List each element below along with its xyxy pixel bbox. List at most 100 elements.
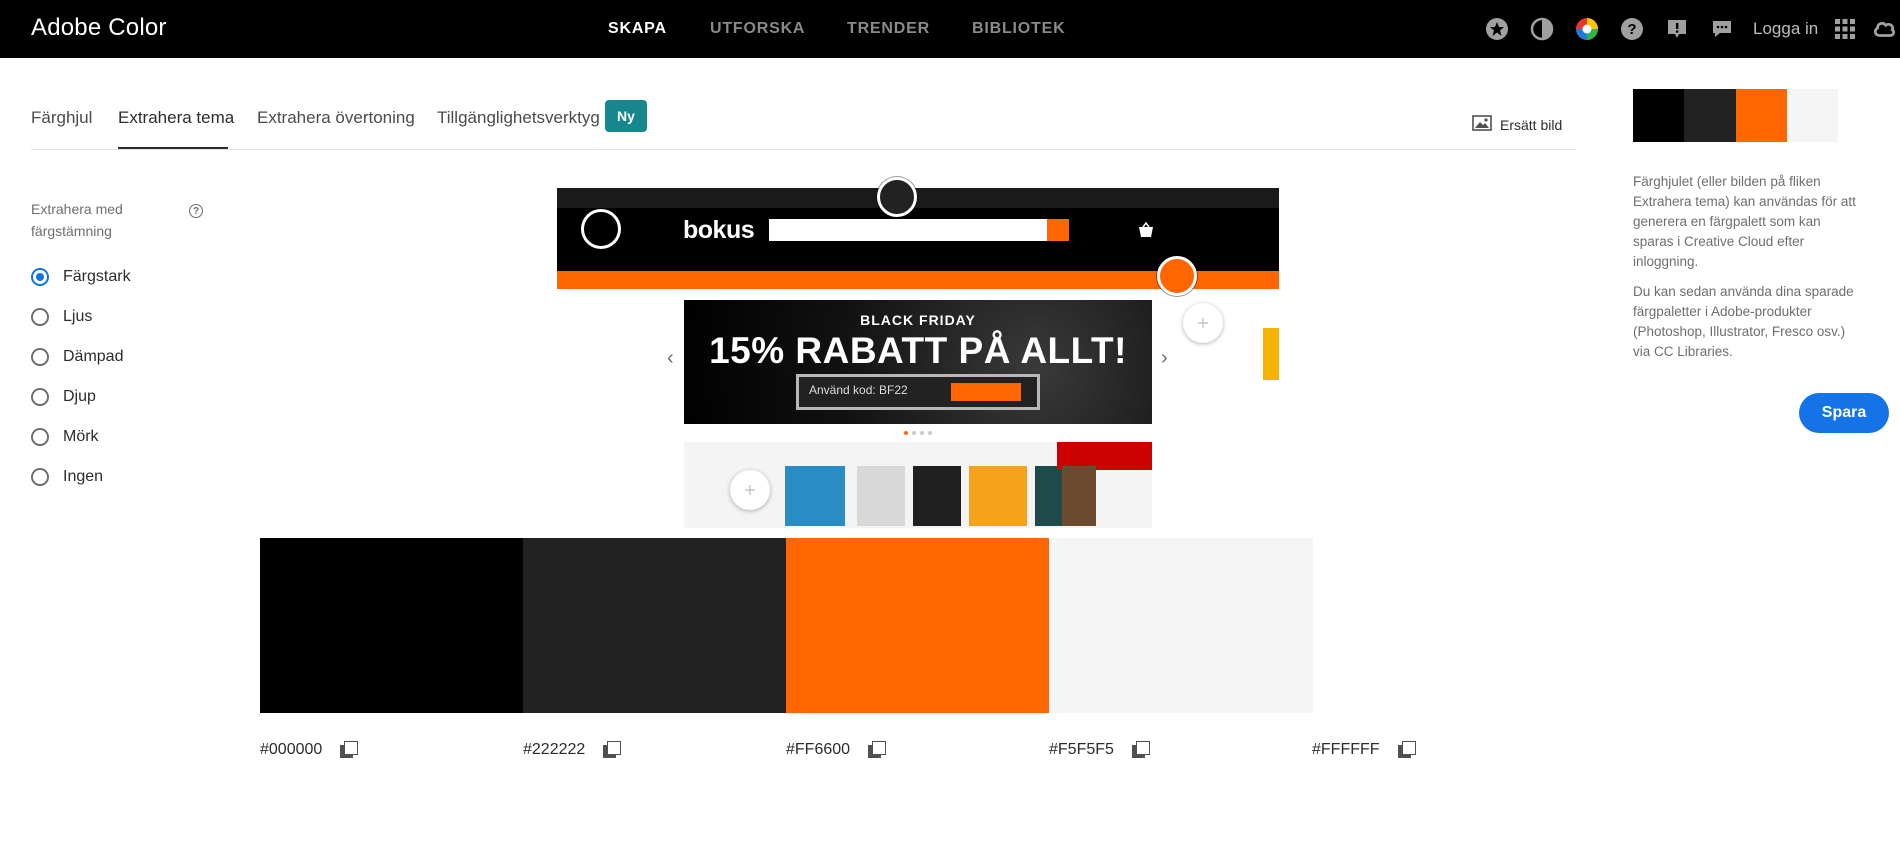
info-paragraph-1: Färghjulet (eller bilden på fliken Extra… (1633, 174, 1856, 269)
mini-swatch-4 (1786, 89, 1838, 142)
preview-search-button (1047, 219, 1069, 241)
mood-option-label: Mörk (63, 428, 99, 445)
preview-carousel-dots (904, 431, 932, 435)
replace-image-button[interactable]: Ersätt bild (1472, 115, 1562, 134)
favorites-icon[interactable] (1485, 17, 1509, 41)
app-title[interactable]: Adobe Color (31, 14, 167, 42)
plus-icon (745, 485, 755, 495)
active-tab-indicator (118, 147, 228, 149)
swatch-4[interactable] (1049, 538, 1313, 713)
mood-option-label: Ljus (63, 308, 93, 325)
mini-swatch-1 (1633, 89, 1685, 142)
tab-extrahera-tema[interactable]: Extrahera tema (118, 108, 234, 128)
swatch-3[interactable] (786, 538, 1049, 713)
preview-book-cover (1062, 466, 1096, 526)
color-picker-marker-5[interactable] (730, 470, 770, 510)
radio-button[interactable] (31, 428, 49, 446)
mini-swatch-3 (1735, 89, 1787, 142)
copy-icon[interactable] (340, 741, 359, 759)
preview-search-field (769, 219, 1047, 241)
hex-entry-4: #F5F5F5 (1049, 741, 1150, 759)
source-image-preview: bokus BLACK FRIDAY 15% RABATT PÅ ALLT! A… (557, 188, 1279, 528)
preview-next-arrow[interactable]: › (1161, 347, 1168, 370)
preview-book-cover (785, 466, 845, 526)
hex-value[interactable]: #000000 (260, 741, 322, 759)
copy-icon[interactable] (603, 741, 622, 759)
color-picker-marker-3[interactable] (1157, 256, 1197, 296)
mood-option-label: Ingen (63, 468, 104, 485)
mini-swatch-2 (1684, 89, 1736, 142)
swatch-1[interactable] (260, 538, 523, 713)
color-picker-marker-4[interactable] (1183, 303, 1223, 343)
new-badge: Ny (605, 100, 647, 132)
top-bar: Adobe Color SKAPA UTFORSKA TRENDER BIBLI… (0, 0, 1900, 58)
preview-banner-title: 15% RABATT PÅ ALLT! (709, 330, 1127, 371)
hex-value[interactable]: #222222 (523, 741, 585, 759)
radio-button[interactable] (31, 468, 49, 486)
hex-entry-1: #000000 (260, 741, 359, 759)
mini-palette-preview (1633, 89, 1838, 142)
tab-extrahera-overtoning[interactable]: Extrahera övertoning (257, 108, 415, 128)
color-wheel-icon[interactable] (1575, 17, 1599, 41)
plus-icon (1198, 318, 1208, 328)
radio-button[interactable] (31, 348, 49, 366)
preview-book-cover (913, 466, 961, 526)
help-icon[interactable]: ? (1620, 17, 1644, 41)
tab-tillganglighetsverktyg[interactable]: Tillgänglighetsverktyg (437, 108, 600, 128)
radio-button[interactable] (31, 268, 49, 286)
tab-farghjul[interactable]: Färghjul (31, 108, 92, 128)
hex-value[interactable]: #F5F5F5 (1049, 741, 1114, 759)
nav-bibliotek[interactable]: BIBLIOTEK (972, 20, 1065, 38)
nav-utforska[interactable]: UTFORSKA (710, 20, 805, 38)
preview-buy-button (951, 383, 1021, 401)
mood-option-ljus[interactable]: Ljus (31, 308, 92, 326)
mood-option-fargstark[interactable]: Färgstark (31, 268, 131, 286)
feedback-icon[interactable] (1710, 17, 1734, 41)
mood-help-icon[interactable]: ? (189, 204, 203, 218)
mood-option-label: Färgstark (63, 268, 131, 285)
hex-entry-5: #FFFFFF (1312, 741, 1416, 759)
save-button[interactable]: Spara (1799, 393, 1889, 433)
mood-title: Extrahera med färgstämning (31, 201, 123, 239)
preview-basket-icon (1139, 222, 1153, 237)
radio-button[interactable] (31, 388, 49, 406)
copy-icon[interactable] (868, 741, 887, 759)
preview-banner-heading: BLACK FRIDAY (860, 312, 976, 328)
contrast-icon[interactable] (1530, 17, 1554, 41)
mood-option-djup[interactable]: Djup (31, 388, 96, 406)
color-picker-marker-2[interactable] (877, 177, 917, 217)
preview-banner: BLACK FRIDAY 15% RABATT PÅ ALLT! Använd … (684, 300, 1152, 424)
preview-prev-arrow[interactable]: ‹ (667, 347, 674, 370)
nav-trender[interactable]: TRENDER (847, 20, 930, 38)
radio-button[interactable] (31, 308, 49, 326)
mood-option-label: Djup (63, 388, 96, 405)
mood-option-dampad[interactable]: Dämpad (31, 348, 123, 366)
hex-entry-3: #FF6600 (786, 741, 887, 759)
color-picker-marker-1[interactable] (581, 209, 621, 249)
mood-option-mork[interactable]: Mörk (31, 428, 99, 446)
extract-tabs: Färghjul Extrahera tema Extrahera överto… (31, 100, 1576, 150)
hex-entry-2: #222222 (523, 741, 622, 759)
hex-value[interactable]: #FFFFFF (1312, 741, 1380, 759)
copy-icon[interactable] (1131, 741, 1150, 759)
info-paragraph-2: Du kan sedan använda dina sparade färgpa… (1633, 284, 1854, 359)
login-link[interactable]: Logga in (1753, 19, 1818, 39)
mood-option-ingen[interactable]: Ingen (31, 468, 103, 486)
image-icon (1472, 115, 1492, 134)
preview-banner-code: Använd kod: BF22 (796, 374, 1040, 410)
svg-text:?: ? (1627, 21, 1636, 38)
copy-icon[interactable] (1397, 741, 1416, 759)
hex-value[interactable]: #FF6600 (786, 741, 850, 759)
preview-side-tab (1263, 328, 1279, 380)
mood-option-label: Dämpad (63, 348, 124, 365)
replace-image-label: Ersätt bild (1500, 116, 1563, 133)
report-icon[interactable] (1665, 17, 1689, 41)
preview-code-text: Använd kod: BF22 (809, 383, 908, 397)
swatch-2[interactable] (523, 538, 786, 713)
preview-logo: bokus (683, 216, 755, 244)
nav-skapa[interactable]: SKAPA (608, 20, 667, 38)
apps-grid-icon[interactable] (1833, 17, 1857, 41)
preview-book-cover (969, 466, 1027, 526)
preview-top-strip (557, 188, 1279, 208)
creative-cloud-icon[interactable] (1872, 17, 1896, 41)
